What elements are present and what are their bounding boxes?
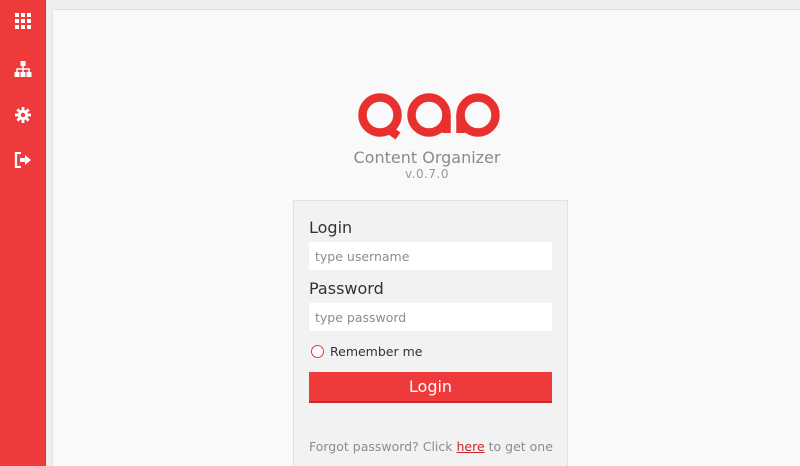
- gear-icon[interactable]: [0, 98, 46, 132]
- login-label: Login: [309, 218, 353, 237]
- app-version: v.0.7.0: [404, 167, 450, 181]
- username-input[interactable]: [309, 242, 552, 270]
- remember-me-toggle[interactable]: Remember me: [311, 344, 422, 359]
- login-button[interactable]: Login: [309, 372, 552, 403]
- sidebar: [0, 0, 46, 466]
- forgot-password-text: Forgot password? Click here to get one: [309, 439, 553, 454]
- qap-logo: [358, 93, 500, 140]
- app-name: Content Organizer: [353, 148, 501, 167]
- sign-out-icon[interactable]: [0, 143, 46, 177]
- password-input[interactable]: [309, 303, 552, 331]
- apps-grid-icon[interactable]: [0, 4, 46, 38]
- password-label: Password: [309, 279, 384, 298]
- sitemap-icon[interactable]: [0, 52, 46, 86]
- login-form: Login Password Remember me Login Forgot …: [293, 200, 568, 466]
- forgot-password-link[interactable]: here: [456, 439, 484, 454]
- forgot-suffix: to get one: [484, 439, 553, 454]
- forgot-prefix: Forgot password? Click: [309, 439, 457, 454]
- main-panel: Content Organizer v.0.7.0 Login Password…: [52, 9, 800, 466]
- remember-me-radio[interactable]: [311, 345, 324, 358]
- remember-me-label: Remember me: [330, 344, 423, 359]
